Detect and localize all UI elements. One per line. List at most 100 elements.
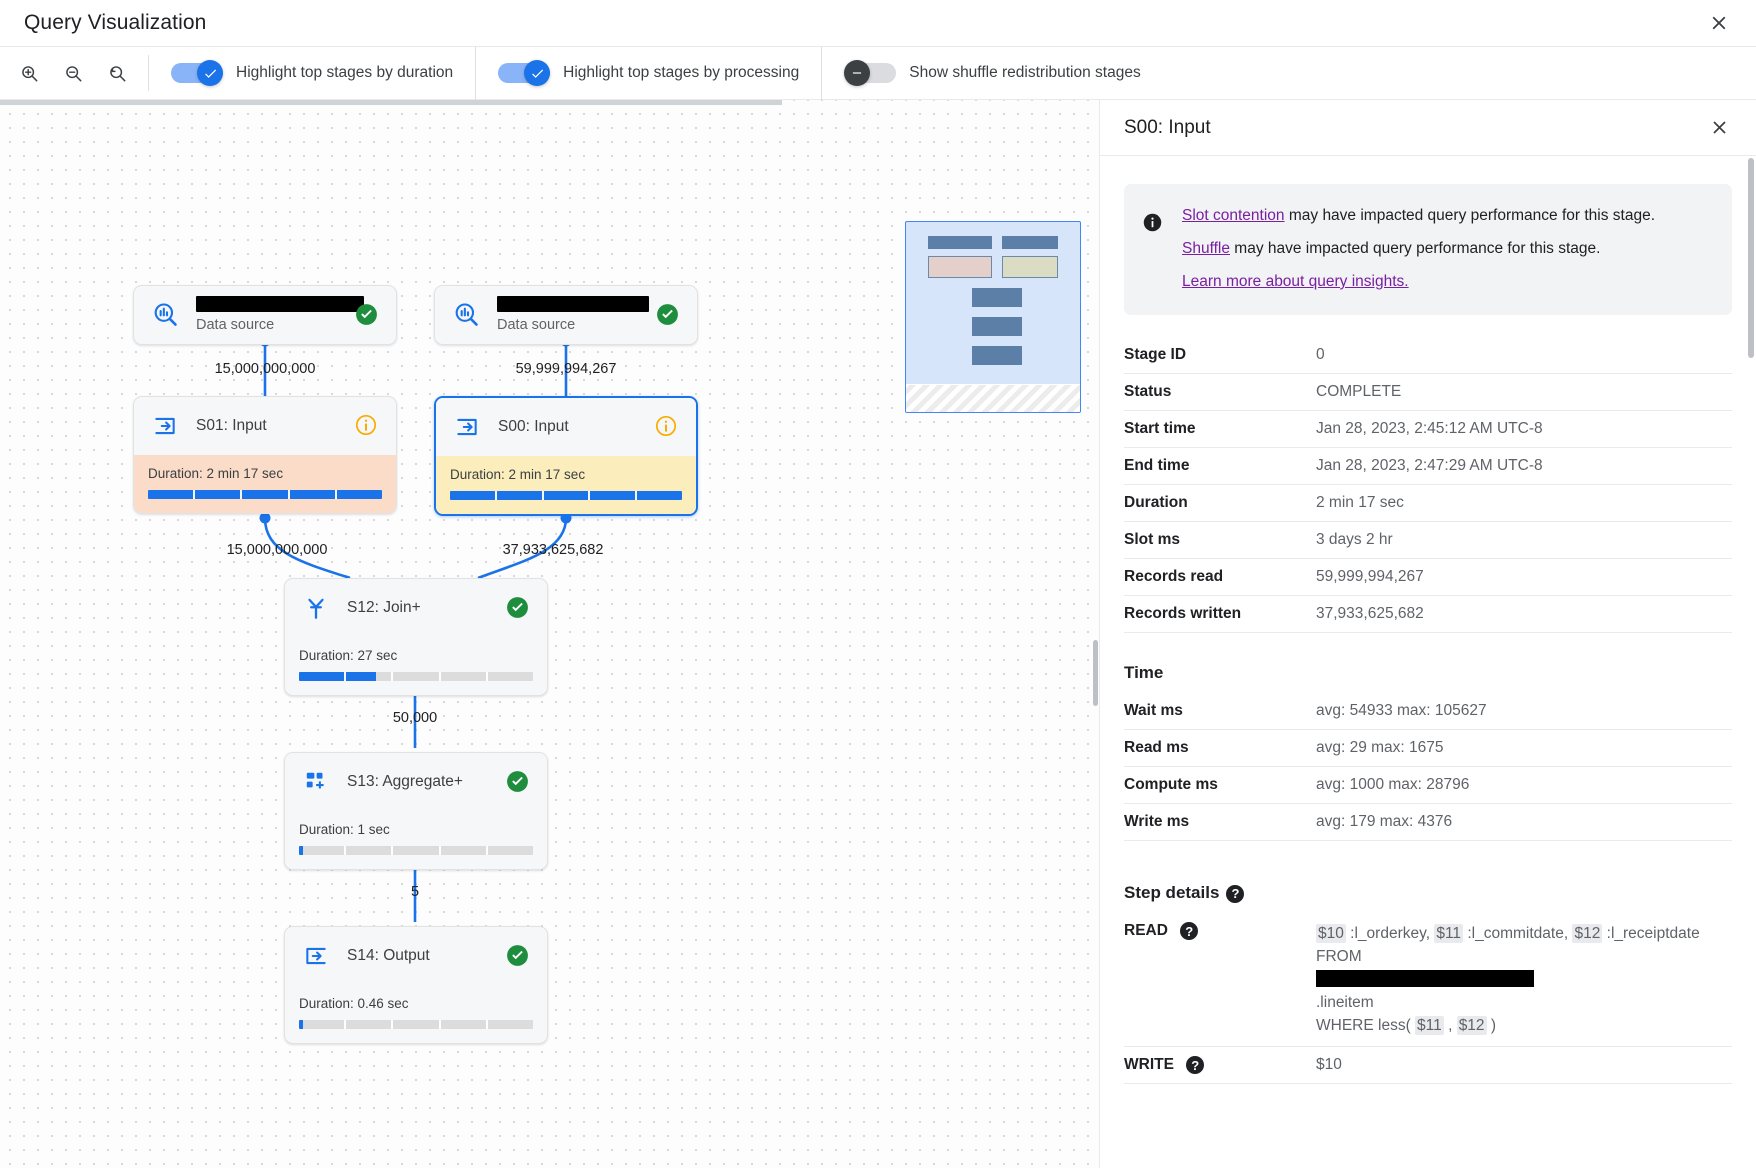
zoom-reset-icon (109, 65, 125, 81)
minimap-node (972, 346, 1022, 365)
node-title-block: S12: Join+ (347, 599, 489, 617)
row-key: READ ? (1124, 913, 1316, 1047)
shuffle-link[interactable]: Shuffle (1182, 240, 1230, 257)
read-token-var-12b: $12 (1456, 1016, 1487, 1035)
node-title-block: S01: Input (196, 417, 338, 435)
zoom-out-button[interactable] (56, 56, 90, 90)
graph-node-s00-input[interactable]: S00: Input Duration: 2 min 17 sec (434, 396, 698, 516)
row-key: Status (1124, 373, 1316, 411)
toggle-highlight-duration[interactable]: Highlight top stages by duration (149, 46, 475, 100)
read-token-var-11: $11 (1434, 924, 1464, 943)
minimap-node (972, 317, 1022, 336)
table-row: Duration 2 min 17 sec (1124, 484, 1732, 522)
step-details-label: Step details (1124, 883, 1220, 902)
status-badge-info[interactable] (654, 414, 680, 440)
status-badge-complete (655, 302, 681, 328)
toggle-show-shuffle-switch[interactable] (844, 60, 897, 86)
read-help-icon[interactable]: ? (1180, 922, 1199, 940)
status-badge-complete (505, 769, 531, 795)
read-token-close: ) (1486, 1017, 1497, 1034)
insight-line-2: Shuffle may have impacted query performa… (1182, 237, 1655, 260)
toggle-show-shuffle[interactable]: Show shuffle redistribution stages (821, 46, 1163, 100)
node-subtitle: Data source (196, 317, 275, 333)
progress-ticks (299, 672, 533, 681)
write-help-icon[interactable]: ? (1186, 1056, 1205, 1074)
slot-contention-link[interactable]: Slot contention (1182, 207, 1285, 224)
zoom-reset-button[interactable] (100, 56, 134, 90)
graph-canvas[interactable]: 15,000,000,000 59,999,994,267 15,000,000… (0, 100, 1100, 1168)
time-table: Wait ms avg: 54933 max: 105627 Read ms a… (1124, 693, 1732, 841)
graph-node-s12-join[interactable]: S12: Join+ Duration: 27 sec (284, 578, 548, 696)
write-label: WRITE (1124, 1056, 1174, 1074)
node-duration-section: Duration: 27 sec (285, 637, 547, 695)
graph-node-s01-input[interactable]: S01: Input Duration: 2 min 17 sec (133, 396, 397, 514)
minimap-node-highlight-processing (1002, 256, 1058, 278)
node-duration-label: Duration: 2 min 17 sec (148, 466, 284, 481)
panel-header: S00: Input (1100, 100, 1756, 156)
duration-progress-bar (148, 490, 382, 499)
output-arrow-icon (301, 941, 331, 971)
row-key: Start time (1124, 410, 1316, 448)
minimap-node (928, 236, 992, 249)
row-value: COMPLETE (1316, 373, 1732, 411)
info-icon (1142, 204, 1166, 293)
canvas-vertical-scrollbar[interactable] (1093, 640, 1098, 706)
canvas-horizontal-scrollbar[interactable] (0, 100, 782, 105)
zoom-in-button[interactable] (12, 56, 46, 90)
node-duration-label: Duration: 1 sec (299, 822, 390, 837)
input-arrow-icon (452, 412, 482, 442)
join-merge-icon (301, 593, 331, 623)
edge-label-records: 59,999,994,267 (515, 361, 617, 377)
progress-ticks (450, 491, 682, 500)
node-duration-section: Duration: 2 min 17 sec (134, 455, 396, 513)
row-key: Stage ID (1124, 337, 1316, 374)
minimap-node (1002, 236, 1058, 249)
close-window-button[interactable] (1704, 8, 1734, 38)
node-title-block: Data source (497, 296, 649, 334)
row-key: End time (1124, 447, 1316, 485)
step-details-help-icon[interactable]: ? (1226, 884, 1245, 903)
table-row: End time Jan 28, 2023, 2:47:29 AM UTC-8 (1124, 447, 1732, 485)
zoom-in-icon (21, 65, 37, 81)
graph-minimap[interactable] (905, 221, 1081, 413)
node-title: S00: Input (498, 418, 569, 435)
node-header: S14: Output (285, 927, 547, 985)
node-header: S00: Input (436, 398, 696, 456)
minimap-node-highlight-duration (928, 256, 992, 278)
graph-node-s14-output[interactable]: S14: Output Duration: 0.46 sec (284, 926, 548, 1044)
read-token-field-1: :l_orderkey, (1345, 925, 1435, 942)
table-row: WRITE ? $10 (1124, 1046, 1732, 1085)
duration-progress-bar (450, 491, 682, 500)
row-key: Wait ms (1124, 693, 1316, 730)
table-row: Records written 37,933,625,682 (1124, 595, 1732, 633)
close-icon (1712, 121, 1726, 134)
edge-label-records: 15,000,000,000 (214, 361, 316, 377)
table-row: Stage ID 0 (1124, 337, 1732, 374)
node-duration-label: Duration: 2 min 17 sec (450, 467, 586, 482)
panel-vertical-scrollbar[interactable] (1748, 158, 1754, 358)
read-token-from: FROM (1316, 948, 1362, 965)
node-title: S01: Input (196, 417, 267, 434)
graph-node-data-source-2[interactable]: Data source (434, 285, 698, 345)
insight-text-1: may have impacted query performance for … (1284, 207, 1656, 224)
redacted-table-path (1316, 970, 1534, 987)
node-duration-section: Duration: 2 min 17 sec (436, 456, 696, 514)
row-value: 3 days 2 hr (1316, 521, 1732, 559)
node-title: S13: Aggregate+ (347, 773, 463, 790)
toggle-highlight-processing[interactable]: Highlight top stages by processing (475, 46, 821, 100)
table-row: Start time Jan 28, 2023, 2:45:12 AM UTC-… (1124, 410, 1732, 448)
status-badge-info[interactable] (354, 413, 380, 439)
minimap-node (972, 288, 1022, 307)
redacted-table-name (196, 296, 364, 312)
edge-label-records: 5 (410, 884, 420, 900)
learn-more-link[interactable]: Learn more about query insights. (1182, 273, 1409, 290)
close-panel-button[interactable] (1704, 113, 1734, 143)
toggle-highlight-duration-switch[interactable] (171, 60, 223, 86)
toggle-highlight-processing-switch[interactable] (498, 60, 551, 86)
graph-node-data-source-1[interactable]: Data source (133, 285, 397, 345)
read-token-comma: , (1443, 1017, 1457, 1034)
row-value: 37,933,625,682 (1316, 595, 1732, 633)
graph-node-s13-aggregate[interactable]: S13: Aggregate+ Duration: 1 sec (284, 752, 548, 870)
progress-ticks (299, 846, 533, 855)
insight-text: Slot contention may have impacted query … (1182, 204, 1655, 293)
